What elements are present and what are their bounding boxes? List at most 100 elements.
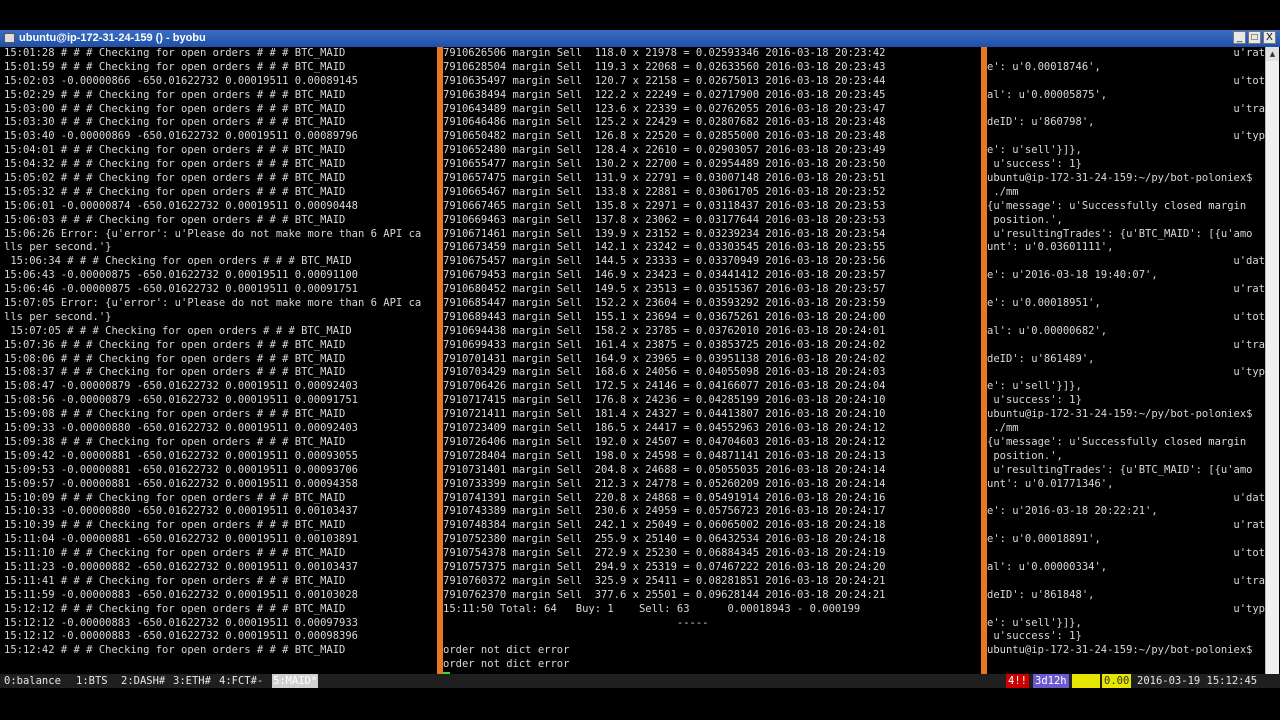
terminal-line: 7910667465 margin Sell 135.8 x 22971 = 0…: [443, 199, 886, 212]
terminal-line: u'tot: [1233, 310, 1265, 323]
terminal-line: 7910752380 margin Sell 255.9 x 25140 = 0…: [443, 533, 886, 546]
terminal-line: 15:11:59 -0.00000883 -650.01622732 0.000…: [4, 588, 359, 601]
terminal-line: 15:06:01 -0.00000874 -650.01622732 0.000…: [4, 199, 359, 212]
window-tab-5-active[interactable]: 5:MAID*: [272, 674, 319, 688]
terminal-line: 15:09:08 # # # Checking for open orders …: [4, 408, 346, 421]
terminal-line: 15:11:04 -0.00000881 -650.01622732 0.000…: [4, 533, 359, 546]
terminal-icon: [4, 33, 15, 43]
terminal-line: 15:11:41 # # # Checking for open orders …: [4, 574, 346, 587]
terminal-line: 7910657475 margin Sell 131.9 x 22791 = 0…: [443, 172, 886, 185]
terminal-pane-right[interactable]: u'rat e': u'0.00018746', u'tot al': u'0.000…: [987, 47, 1265, 674]
terminal-line: 7910646486 margin Sell 125.2 x 22429 = 0…: [443, 116, 886, 129]
terminal-line: 15:08:47 -0.00000879 -650.01622732 0.000…: [4, 380, 359, 393]
window-title: ubuntu@ip-172-31-24-159 () - byobu: [19, 32, 206, 44]
window-tab-2[interactable]: 2:DASH#: [121, 674, 165, 688]
terminal-line: u'rat: [1233, 47, 1265, 59]
terminal-line: 15:03:00 # # # Checking for open orders …: [4, 102, 346, 115]
scroll-up-arrow-icon[interactable]: ▲: [1266, 47, 1279, 61]
terminal-area[interactable]: 15:01:28 # # # Checking for open orders …: [0, 47, 1280, 674]
terminal-line: u'resultingTrades': {u'BTC_MAID': [{u'am…: [987, 463, 1253, 476]
window-titlebar[interactable]: ubuntu@ip-172-31-24-159 () - byobu _ □ X: [0, 30, 1280, 47]
window-tab-1[interactable]: 1:BTS: [76, 674, 108, 688]
terminal-line: 15:07:05 # # # Checking for open orders …: [4, 324, 352, 337]
terminal-line: 7910723409 margin Sell 186.5 x 24417 = 0…: [443, 422, 886, 435]
terminal-line: 7910703429 margin Sell 168.6 x 24056 = 0…: [443, 366, 886, 379]
terminal-line: 7910635497 margin Sell 120.7 x 22158 = 0…: [443, 74, 886, 87]
terminal-line: 7910626506 margin Sell 118.0 x 21978 = 0…: [443, 47, 886, 59]
terminal-line: deID': u'861848',: [987, 588, 1095, 601]
window-tab-4[interactable]: 4:FCT#-: [219, 674, 263, 688]
terminal-line: e': u'0.00018746',: [987, 60, 1101, 73]
terminal-line: 15:12:12 # # # Checking for open orders …: [4, 602, 346, 615]
terminal-line: u'tra: [1233, 338, 1265, 351]
terminal-line: 7910726406 margin Sell 192.0 x 24507 = 0…: [443, 435, 886, 448]
terminal-line: order not dict error: [443, 644, 570, 657]
uptime-badge: 3d12h: [1033, 674, 1069, 688]
terminal-line: 15:09:42 -0.00000881 -650.01622732 0.000…: [4, 449, 359, 462]
maximize-button[interactable]: □: [1248, 31, 1261, 44]
terminal-line: 15:03:30 # # # Checking for open orders …: [4, 116, 346, 129]
terminal-line: 7910679453 margin Sell 146.9 x 23423 = 0…: [443, 269, 886, 282]
alert-badge: 4!!: [1006, 674, 1029, 688]
terminal-line: ubuntu@ip-172-31-24-159:~/py/bot-polonie…: [987, 172, 1253, 185]
terminal-line: u'typ: [1233, 130, 1265, 143]
terminal-line: al': u'0.00000682',: [987, 324, 1108, 337]
terminal-line: 15:10:39 # # # Checking for open orders …: [4, 519, 346, 532]
terminal-line: 7910671461 margin Sell 139.9 x 23152 = 0…: [443, 227, 886, 240]
terminal-line: 15:12:12 -0.00000883 -650.01622732 0.000…: [4, 616, 359, 629]
terminal-line: 15:10:09 # # # Checking for open orders …: [4, 491, 346, 504]
terminal-line: 7910675457 margin Sell 144.5 x 23333 = 0…: [443, 255, 886, 268]
terminal-line: u'rat: [1233, 519, 1265, 532]
terminal-line: 15:04:32 # # # Checking for open orders …: [4, 158, 346, 171]
bottom-letterbox: [0, 688, 1280, 720]
vertical-scrollbar[interactable]: ▲: [1265, 47, 1279, 674]
status-datetime: 2016-03-19 15:12:45: [1137, 675, 1258, 687]
terminal-line: 7910699433 margin Sell 161.4 x 23875 = 0…: [443, 338, 886, 351]
terminal-line: 15:02:03 -0.00000866 -650.01622732 0.000…: [4, 74, 359, 87]
terminal-line: u'tra: [1233, 574, 1265, 587]
terminal-line: 15:10:33 -0.00000880 -650.01622732 0.000…: [4, 505, 359, 518]
terminal-line: u'success': 1}: [987, 630, 1082, 643]
load-box: [1072, 674, 1100, 688]
terminal-line: u'tra: [1233, 102, 1265, 115]
byobu-status-bar: 0:balance 1:BTS 2:DASH# 3:ETH# 4:FCT#- 5…: [0, 674, 1280, 688]
terminal-line: 15:06:03 # # # Checking for open orders …: [4, 213, 346, 226]
terminal-line: 7910706426 margin Sell 172.5 x 24146 = 0…: [443, 380, 886, 393]
terminal-line: e': u'sell'}]},: [987, 380, 1082, 393]
terminal-line: ./mm: [987, 185, 1019, 198]
terminal-line: 15:05:02 # # # Checking for open orders …: [4, 172, 346, 185]
terminal-line: u'typ: [1233, 602, 1265, 615]
terminal-line: e': u'0.00018951',: [987, 297, 1101, 310]
terminal-line: 15:05:32 # # # Checking for open orders …: [4, 185, 346, 198]
terminal-line: 15:08:06 # # # Checking for open orders …: [4, 352, 346, 365]
terminal-line: 7910669463 margin Sell 137.8 x 23062 = 0…: [443, 213, 886, 226]
terminal-line: 7910731401 margin Sell 204.8 x 24688 = 0…: [443, 463, 886, 476]
terminal-pane-middle[interactable]: 7910626506 margin Sell 118.0 x 21978 = 0…: [443, 47, 979, 674]
terminal-line: u'dat: [1233, 491, 1265, 504]
terminal-line: 7910665467 margin Sell 133.8 x 22881 = 0…: [443, 185, 886, 198]
load-average: 0.00: [1102, 674, 1132, 688]
terminal-line: 15:11:10 # # # Checking for open orders …: [4, 547, 346, 560]
window-tab-0[interactable]: 0:balance: [4, 674, 61, 688]
terminal-line: ubuntu@ip-172-31-24-159:~/py/bot-polonie…: [987, 644, 1253, 657]
terminal-line: 15:08:56 -0.00000879 -650.01622732 0.000…: [4, 394, 359, 407]
terminal-line: e': u'sell'}]},: [987, 144, 1082, 157]
terminal-pane-left[interactable]: 15:01:28 # # # Checking for open orders …: [4, 47, 436, 674]
window-tab-3[interactable]: 3:ETH#: [173, 674, 211, 688]
terminal-line: unt': u'0.03601111',: [987, 241, 1114, 254]
terminal-line: e': u'sell'}]},: [987, 616, 1082, 629]
terminal-line: u'success': 1}: [987, 158, 1082, 171]
terminal-line: deID': u'861489',: [987, 352, 1095, 365]
terminal-line: -----: [443, 616, 709, 629]
terminal-line: e': u'0.00018891',: [987, 533, 1101, 546]
terminal-line: 7910638494 margin Sell 122.2 x 22249 = 0…: [443, 88, 886, 101]
terminal-line: ./mm: [987, 422, 1019, 435]
terminal-line: 15:01:28 # # # Checking for open orders …: [4, 47, 346, 59]
terminal-line: deID': u'860798',: [987, 116, 1095, 129]
terminal-line: 7910650482 margin Sell 126.8 x 22520 = 0…: [443, 130, 886, 143]
minimize-button[interactable]: _: [1233, 31, 1246, 44]
terminal-line: 15:09:33 -0.00000880 -650.01622732 0.000…: [4, 422, 359, 435]
close-button[interactable]: X: [1263, 31, 1276, 44]
terminal-line: 15:02:29 # # # Checking for open orders …: [4, 88, 346, 101]
